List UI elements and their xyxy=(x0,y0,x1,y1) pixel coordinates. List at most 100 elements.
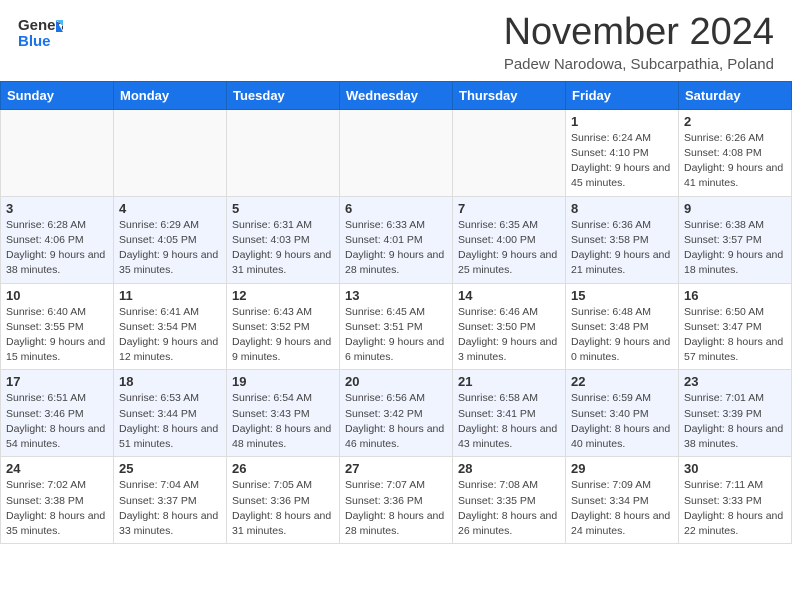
calendar-week-3: 10 Sunrise: 6:40 AM Sunset: 3:55 PM Dayli… xyxy=(1,283,792,370)
calendar-cell: 25 Sunrise: 7:04 AM Sunset: 3:37 PM Dayli… xyxy=(114,457,227,544)
day-number: 19 xyxy=(232,374,334,389)
day-info: Sunrise: 6:50 AM Sunset: 3:47 PM Dayligh… xyxy=(684,305,786,366)
day-info: Sunrise: 7:05 AM Sunset: 3:36 PM Dayligh… xyxy=(232,478,334,539)
calendar-header-friday: Friday xyxy=(566,81,679,109)
day-info: Sunrise: 7:02 AM Sunset: 3:38 PM Dayligh… xyxy=(6,478,108,539)
day-number: 20 xyxy=(345,374,447,389)
calendar-cell: 5 Sunrise: 6:31 AM Sunset: 4:03 PM Daylig… xyxy=(227,196,340,283)
calendar-cell: 28Sunrise: 7:08 AM Sunset: 3:35 PM Dayli… xyxy=(453,457,566,544)
day-number: 22 xyxy=(571,374,673,389)
day-info: Sunrise: 6:36 AM Sunset: 3:58 PM Dayligh… xyxy=(571,218,673,279)
day-info: Sunrise: 6:43 AM Sunset: 3:52 PM Dayligh… xyxy=(232,305,334,366)
calendar-cell: 16 Sunrise: 6:50 AM Sunset: 3:47 PM Dayli… xyxy=(679,283,792,370)
calendar-cell: 27 Sunrise: 7:07 AM Sunset: 3:36 PM Dayli… xyxy=(340,457,453,544)
day-info: Sunrise: 6:45 AM Sunset: 3:51 PM Dayligh… xyxy=(345,305,447,366)
calendar-cell: 19Sunrise: 6:54 AM Sunset: 3:43 PM Dayli… xyxy=(227,370,340,457)
day-info: Sunrise: 6:28 AM Sunset: 4:06 PM Dayligh… xyxy=(6,218,108,279)
day-info: Sunrise: 6:41 AM Sunset: 3:54 PM Dayligh… xyxy=(119,305,221,366)
day-info: Sunrise: 6:51 AM Sunset: 3:46 PM Dayligh… xyxy=(6,391,108,452)
day-number: 17 xyxy=(6,374,108,389)
calendar-header-thursday: Thursday xyxy=(453,81,566,109)
calendar-cell: 8 Sunrise: 6:36 AM Sunset: 3:58 PM Daylig… xyxy=(566,196,679,283)
logo-icon: General Blue xyxy=(18,12,63,54)
day-info: Sunrise: 7:09 AM Sunset: 3:34 PM Dayligh… xyxy=(571,478,673,539)
calendar-cell: 4Sunrise: 6:29 AM Sunset: 4:05 PM Daylig… xyxy=(114,196,227,283)
calendar-header-monday: Monday xyxy=(114,81,227,109)
day-number: 16 xyxy=(684,288,786,303)
day-info: Sunrise: 6:40 AM Sunset: 3:55 PM Dayligh… xyxy=(6,305,108,366)
calendar-header-sunday: Sunday xyxy=(1,81,114,109)
calendar-cell: 9 Sunrise: 6:38 AM Sunset: 3:57 PM Daylig… xyxy=(679,196,792,283)
calendar-cell: 24 Sunrise: 7:02 AM Sunset: 3:38 PM Dayli… xyxy=(1,457,114,544)
day-info: Sunrise: 7:01 AM Sunset: 3:39 PM Dayligh… xyxy=(684,391,786,452)
page-wrapper: General Blue November 2024 Padew Narodow… xyxy=(0,0,792,544)
day-info: Sunrise: 6:33 AM Sunset: 4:01 PM Dayligh… xyxy=(345,218,447,279)
calendar-header-wednesday: Wednesday xyxy=(340,81,453,109)
day-number: 15 xyxy=(571,288,673,303)
day-info: Sunrise: 6:58 AM Sunset: 3:41 PM Dayligh… xyxy=(458,391,560,452)
calendar-week-2: 3 Sunrise: 6:28 AM Sunset: 4:06 PM Daylig… xyxy=(1,196,792,283)
calendar-cell: 10 Sunrise: 6:40 AM Sunset: 3:55 PM Dayli… xyxy=(1,283,114,370)
svg-text:Blue: Blue xyxy=(18,33,51,50)
calendar-cell: 29 Sunrise: 7:09 AM Sunset: 3:34 PM Dayli… xyxy=(566,457,679,544)
day-info: Sunrise: 6:38 AM Sunset: 3:57 PM Dayligh… xyxy=(684,218,786,279)
day-number: 26 xyxy=(232,461,334,476)
calendar-cell: 21Sunrise: 6:58 AM Sunset: 3:41 PM Dayli… xyxy=(453,370,566,457)
calendar-cell: 12 Sunrise: 6:43 AM Sunset: 3:52 PM Dayli… xyxy=(227,283,340,370)
calendar-cell xyxy=(340,109,453,196)
day-info: Sunrise: 7:04 AM Sunset: 3:37 PM Dayligh… xyxy=(119,478,221,539)
day-number: 10 xyxy=(6,288,108,303)
calendar-cell: 18 Sunrise: 6:53 AM Sunset: 3:44 PM Dayli… xyxy=(114,370,227,457)
day-info: Sunrise: 6:53 AM Sunset: 3:44 PM Dayligh… xyxy=(119,391,221,452)
calendar-cell: 15 Sunrise: 6:48 AM Sunset: 3:48 PM Dayli… xyxy=(566,283,679,370)
calendar-cell: 11 Sunrise: 6:41 AM Sunset: 3:54 PM Dayli… xyxy=(114,283,227,370)
day-info: Sunrise: 6:26 AM Sunset: 4:08 PM Dayligh… xyxy=(684,131,786,192)
calendar-header-row: SundayMondayTuesdayWednesdayThursdayFrid… xyxy=(1,81,792,109)
day-number: 29 xyxy=(571,461,673,476)
day-number: 25 xyxy=(119,461,221,476)
day-number: 5 xyxy=(232,201,334,216)
day-number: 24 xyxy=(6,461,108,476)
day-number: 9 xyxy=(684,201,786,216)
calendar-cell: 30 Sunrise: 7:11 AM Sunset: 3:33 PM Dayli… xyxy=(679,457,792,544)
calendar-cell: 6 Sunrise: 6:33 AM Sunset: 4:01 PM Daylig… xyxy=(340,196,453,283)
day-number: 18 xyxy=(119,374,221,389)
day-number: 6 xyxy=(345,201,447,216)
day-number: 14 xyxy=(458,288,560,303)
day-number: 12 xyxy=(232,288,334,303)
day-info: Sunrise: 6:31 AM Sunset: 4:03 PM Dayligh… xyxy=(232,218,334,279)
day-number: 2 xyxy=(684,114,786,129)
subtitle: Padew Narodowa, Subcarpathia, Poland xyxy=(504,56,774,73)
day-number: 11 xyxy=(119,288,221,303)
day-info: Sunrise: 6:46 AM Sunset: 3:50 PM Dayligh… xyxy=(458,305,560,366)
title-section: November 2024 Padew Narodowa, Subcarpath… xyxy=(504,12,774,73)
day-number: 27 xyxy=(345,461,447,476)
day-number: 23 xyxy=(684,374,786,389)
calendar-cell xyxy=(227,109,340,196)
day-number: 13 xyxy=(345,288,447,303)
day-number: 7 xyxy=(458,201,560,216)
day-info: Sunrise: 6:59 AM Sunset: 3:40 PM Dayligh… xyxy=(571,391,673,452)
calendar-cell: 23 Sunrise: 7:01 AM Sunset: 3:39 PM Dayli… xyxy=(679,370,792,457)
calendar-cell: 17 Sunrise: 6:51 AM Sunset: 3:46 PM Dayli… xyxy=(1,370,114,457)
day-info: Sunrise: 7:11 AM Sunset: 3:33 PM Dayligh… xyxy=(684,478,786,539)
calendar-cell: 7 Sunrise: 6:35 AM Sunset: 4:00 PM Daylig… xyxy=(453,196,566,283)
calendar-cell: 1Sunrise: 6:24 AM Sunset: 4:10 PM Daylig… xyxy=(566,109,679,196)
logo: General Blue xyxy=(18,12,63,54)
day-info: Sunrise: 6:35 AM Sunset: 4:00 PM Dayligh… xyxy=(458,218,560,279)
calendar-cell xyxy=(453,109,566,196)
day-info: Sunrise: 6:48 AM Sunset: 3:48 PM Dayligh… xyxy=(571,305,673,366)
day-number: 28 xyxy=(458,461,560,476)
calendar-cell xyxy=(1,109,114,196)
calendar-cell: 14 Sunrise: 6:46 AM Sunset: 3:50 PM Dayli… xyxy=(453,283,566,370)
calendar-cell: 20 Sunrise: 6:56 AM Sunset: 3:42 PM Dayli… xyxy=(340,370,453,457)
day-number: 3 xyxy=(6,201,108,216)
day-number: 30 xyxy=(684,461,786,476)
day-info: Sunrise: 7:07 AM Sunset: 3:36 PM Dayligh… xyxy=(345,478,447,539)
calendar-cell: 22 Sunrise: 6:59 AM Sunset: 3:40 PM Dayli… xyxy=(566,370,679,457)
day-number: 4 xyxy=(119,201,221,216)
day-info: Sunrise: 6:56 AM Sunset: 3:42 PM Dayligh… xyxy=(345,391,447,452)
header: General Blue November 2024 Padew Narodow… xyxy=(0,0,792,77)
calendar-header-tuesday: Tuesday xyxy=(227,81,340,109)
day-number: 8 xyxy=(571,201,673,216)
